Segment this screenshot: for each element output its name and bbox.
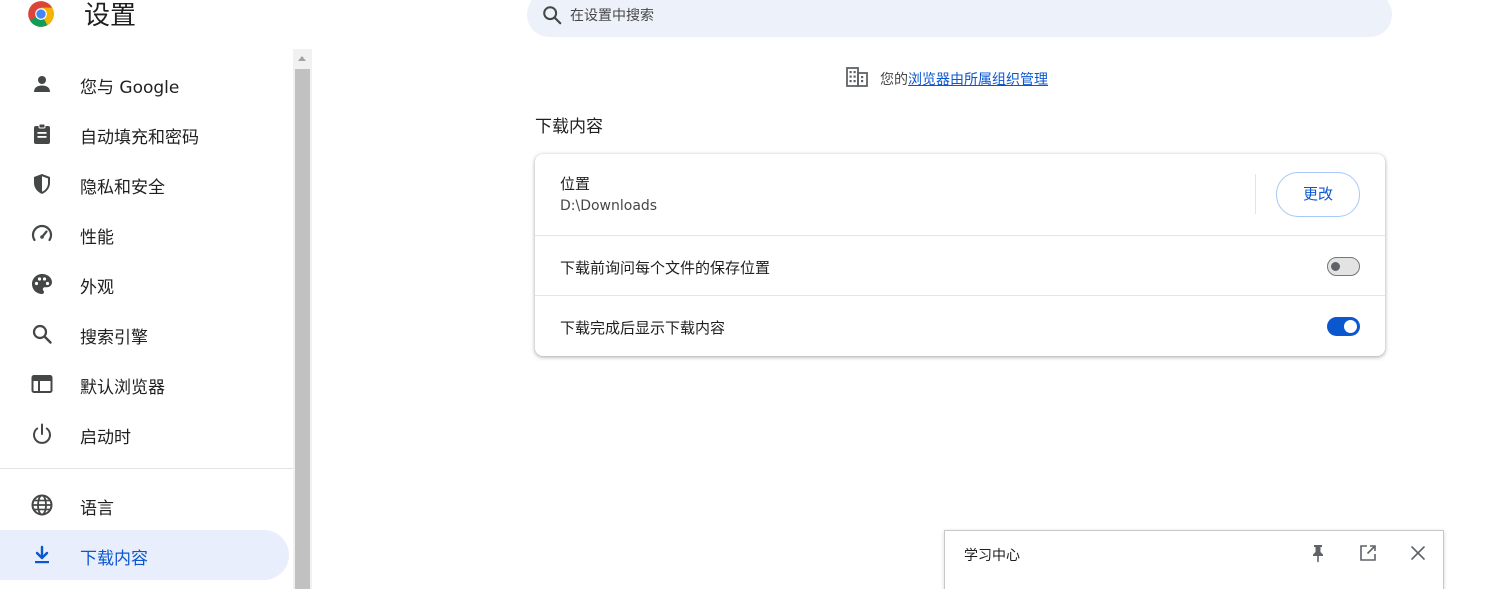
downloads-settings-card: 位置 D:\Downloads 更改 下载前询问每个文件的保存位置 下载完成后显… — [535, 154, 1385, 356]
sidebar-item-label: 隐私和安全 — [80, 178, 165, 198]
sidebar-item-label: 下载内容 — [80, 549, 148, 569]
sidebar-item-on-startup[interactable]: 启动时 — [0, 409, 289, 459]
chrome-logo — [28, 1, 54, 27]
search-input[interactable]: 在设置中搜索 — [527, 0, 1392, 37]
sidebar-item-you-and-google[interactable]: 您与 Google — [0, 59, 289, 109]
pin-icon[interactable] — [1308, 543, 1328, 563]
close-icon[interactable] — [1408, 543, 1428, 563]
show-downloads-toggle[interactable] — [1327, 317, 1360, 336]
speedometer-icon — [31, 224, 53, 242]
ask-where-to-save-toggle[interactable] — [1327, 257, 1360, 276]
download-icon — [35, 545, 49, 564]
separator — [1255, 174, 1256, 214]
sidebar-item-label: 搜索引擎 — [80, 328, 148, 348]
page-title: 设置 — [84, 1, 137, 31]
sidebar-item-appearance[interactable]: 外观 — [0, 259, 289, 309]
globe-icon — [31, 494, 53, 516]
sidebar-item-label: 默认浏览器 — [80, 378, 165, 398]
clipboard-icon — [34, 123, 50, 144]
scrollbar-thumb[interactable] — [295, 69, 310, 589]
location-path: D:\Downloads — [560, 198, 658, 214]
managed-by-organization-link[interactable]: 浏览器由所属组织管理 — [908, 72, 1048, 88]
managed-notice-text: 您的浏览器由所属组织管理 — [880, 69, 1048, 89]
location-label: 位置 — [560, 175, 591, 193]
sidebar-item-label: 语言 — [80, 499, 114, 519]
browser-window-icon — [31, 375, 53, 393]
sidebar-item-label: 自动填充和密码 — [80, 128, 199, 148]
sidebar-scrollbar[interactable] — [293, 49, 312, 589]
search-icon — [543, 6, 562, 25]
change-location-button[interactable]: 更改 — [1276, 172, 1360, 217]
sidebar-item-label: 启动时 — [80, 428, 131, 448]
ask-where-to-save-row[interactable]: 下载前询问每个文件的保存位置 — [535, 235, 1385, 295]
ask-where-to-save-label: 下载前询问每个文件的保存位置 — [560, 259, 771, 277]
learning-center-title: 学习中心 — [964, 548, 1020, 564]
building-icon — [846, 67, 868, 87]
section-title: 下载内容 — [535, 117, 603, 137]
scroll-up-arrow-icon[interactable] — [298, 56, 306, 61]
sidebar-item-label: 性能 — [80, 228, 114, 248]
sidebar-item-performance[interactable]: 性能 — [0, 209, 289, 259]
managed-notice-prefix: 您的 — [880, 72, 908, 88]
sidebar-item-autofill[interactable]: 自动填充和密码 — [0, 109, 289, 159]
search-placeholder: 在设置中搜索 — [570, 8, 654, 24]
power-icon — [33, 423, 51, 444]
location-row: 位置 D:\Downloads 更改 — [535, 154, 1385, 234]
palette-icon — [32, 274, 52, 294]
sidebar: 您与 Google 自动填充和密码 隐私和安全 性能 外观 搜索引擎 默认浏览器… — [0, 49, 293, 589]
toggle-knob — [1331, 262, 1340, 271]
sidebar-item-label: 您与 Google — [80, 78, 180, 98]
search-icon — [32, 324, 52, 344]
sidebar-item-label: 外观 — [80, 278, 114, 298]
sidebar-item-downloads[interactable]: 下载内容 — [0, 530, 289, 580]
sidebar-divider — [0, 468, 293, 469]
sidebar-item-languages[interactable]: 语言 — [0, 480, 289, 530]
open-in-new-icon[interactable] — [1358, 543, 1378, 563]
learning-center-panel: 学习中心 — [944, 530, 1444, 589]
sidebar-item-search-engine[interactable]: 搜索引擎 — [0, 309, 289, 359]
show-downloads-label: 下载完成后显示下载内容 — [560, 319, 726, 337]
toggle-knob — [1344, 320, 1357, 333]
person-icon — [34, 76, 50, 92]
show-downloads-row[interactable]: 下载完成后显示下载内容 — [535, 295, 1385, 356]
shield-icon — [34, 174, 50, 194]
sidebar-item-privacy[interactable]: 隐私和安全 — [0, 159, 289, 209]
sidebar-item-default-browser[interactable]: 默认浏览器 — [0, 359, 289, 409]
